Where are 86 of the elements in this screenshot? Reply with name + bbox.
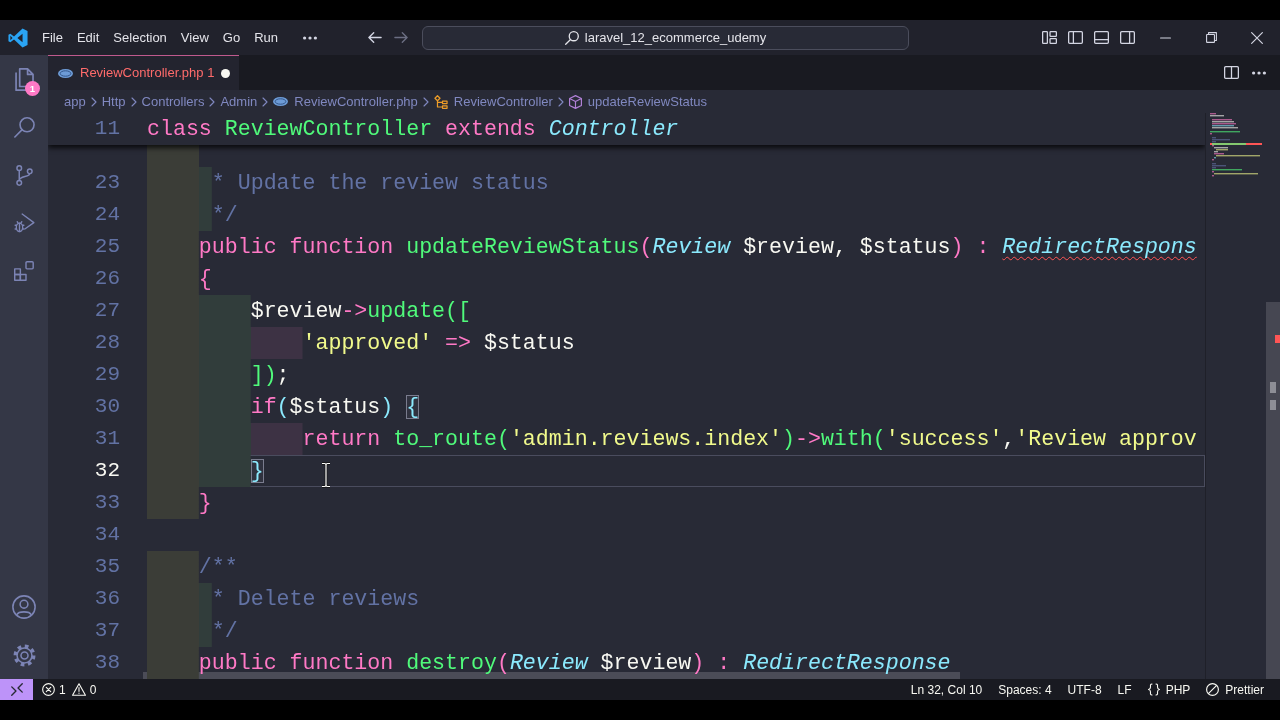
cube-icon bbox=[568, 94, 582, 109]
person-circle-icon bbox=[12, 595, 36, 619]
play-bug-icon bbox=[13, 213, 35, 233]
more-icon bbox=[1252, 70, 1266, 75]
line-number: 36 bbox=[93, 586, 121, 612]
chevron-right-icon bbox=[557, 96, 564, 107]
arrow-left-icon bbox=[368, 32, 382, 43]
chevron-right-icon bbox=[262, 96, 269, 107]
line-number: 31 bbox=[93, 426, 121, 452]
remote-button[interactable] bbox=[0, 679, 33, 700]
line-number: 38 bbox=[93, 650, 121, 676]
chevron-right-icon bbox=[130, 96, 137, 107]
menu-item[interactable]: Selection bbox=[106, 22, 174, 53]
restore-icon bbox=[1205, 32, 1217, 43]
more-icon bbox=[303, 35, 317, 40]
error-mark-icon bbox=[1275, 335, 1280, 343]
marker-icon bbox=[1270, 382, 1276, 393]
marker-icon bbox=[1270, 400, 1276, 410]
menu-item[interactable]: Go bbox=[215, 22, 248, 53]
minimize-icon bbox=[1159, 36, 1171, 39]
menu-item[interactable]: Run bbox=[247, 22, 285, 53]
text-cursor-icon bbox=[320, 462, 332, 488]
line-number: 33 bbox=[93, 490, 121, 516]
branch-icon bbox=[15, 164, 33, 186]
breadcrumb-item[interactable]: ReviewController bbox=[433, 91, 553, 112]
braces-icon bbox=[1147, 683, 1160, 696]
search-icon bbox=[564, 30, 579, 45]
breadcrumb-item[interactable]: app bbox=[64, 91, 86, 112]
status-bar-item[interactable]: Ln 32, Col 10 bbox=[902, 679, 991, 700]
close-icon bbox=[1251, 31, 1263, 44]
warning-icon bbox=[71, 683, 86, 696]
status-bar-item[interactable]: Spaces: 4 bbox=[990, 679, 1060, 700]
status-bar-item[interactable]: PHP bbox=[1139, 679, 1199, 700]
hierarchy-icon bbox=[433, 94, 448, 109]
scrollbar-thumb[interactable] bbox=[1266, 302, 1280, 679]
breadcrumb-item[interactable]: Controllers bbox=[141, 91, 205, 112]
editor-tab[interactable]: ReviewController.php 1 bbox=[48, 55, 240, 90]
status-bar-item[interactable]: LF bbox=[1109, 679, 1140, 700]
problems-button[interactable]: 1 0 bbox=[33, 679, 103, 700]
sidebar-right-icon bbox=[1119, 31, 1135, 44]
sidebar-left-icon bbox=[1067, 31, 1083, 44]
line-number: 27 bbox=[93, 298, 121, 324]
layout-icon bbox=[1041, 31, 1057, 44]
files-icon bbox=[14, 67, 34, 91]
line-number: 24 bbox=[93, 202, 121, 228]
breadcrumb-item[interactable]: ReviewController.php bbox=[273, 91, 418, 112]
line-number: 32 bbox=[93, 458, 121, 484]
line-number: 23 bbox=[93, 170, 121, 196]
notification-badge: 1 bbox=[25, 81, 40, 96]
search-icon bbox=[13, 116, 35, 138]
indent-highlight bbox=[147, 145, 199, 167]
minimap-drawing[interactable] bbox=[1210, 113, 1262, 179]
menu-item[interactable]: View bbox=[173, 22, 216, 53]
line-number: 29 bbox=[93, 362, 121, 388]
chevron-right-icon bbox=[90, 96, 97, 107]
chevron-right-icon bbox=[209, 96, 216, 107]
arrow-right-icon bbox=[394, 32, 408, 43]
blocks-icon bbox=[14, 261, 34, 281]
menu-item[interactable]: File bbox=[35, 22, 70, 53]
line-number: 11 bbox=[93, 116, 121, 142]
horizontal-scrollbar-thumb[interactable] bbox=[143, 672, 960, 679]
line-number: 35 bbox=[93, 554, 121, 580]
angle-brackets-icon bbox=[10, 683, 23, 696]
line-number: 37 bbox=[93, 618, 121, 644]
circle-slash-icon bbox=[1206, 683, 1220, 696]
menu-item[interactable]: Edit bbox=[69, 22, 107, 53]
status-bar-item[interactable]: UTF-8 bbox=[1059, 679, 1110, 700]
breadcrumb-item[interactable]: Http bbox=[101, 91, 126, 112]
settings-icon bbox=[12, 643, 36, 667]
line-number: 34 bbox=[93, 522, 121, 548]
line-number: 30 bbox=[93, 394, 121, 420]
oval-file-icon bbox=[273, 97, 289, 106]
code-line: class ReviewController extends Controller bbox=[147, 116, 679, 143]
circle-x-icon bbox=[42, 683, 55, 696]
line-number: 25 bbox=[93, 234, 121, 260]
line-number: 28 bbox=[93, 330, 121, 356]
panel-icon bbox=[1093, 31, 1109, 44]
breadcrumb-item[interactable]: Admin bbox=[220, 91, 258, 112]
line-number: 26 bbox=[93, 266, 121, 292]
split-editor-icon bbox=[1223, 66, 1239, 79]
app-logo-icon bbox=[7, 27, 28, 48]
status-bar-item[interactable]: Prettier bbox=[1198, 679, 1272, 700]
chevron-right-icon bbox=[422, 96, 429, 107]
breadcrumb-item[interactable]: updateReviewStatus bbox=[568, 91, 708, 112]
command-center-field[interactable]: laravel_12_ecommerce_udemy bbox=[422, 25, 909, 50]
oval-file-icon bbox=[58, 68, 73, 78]
